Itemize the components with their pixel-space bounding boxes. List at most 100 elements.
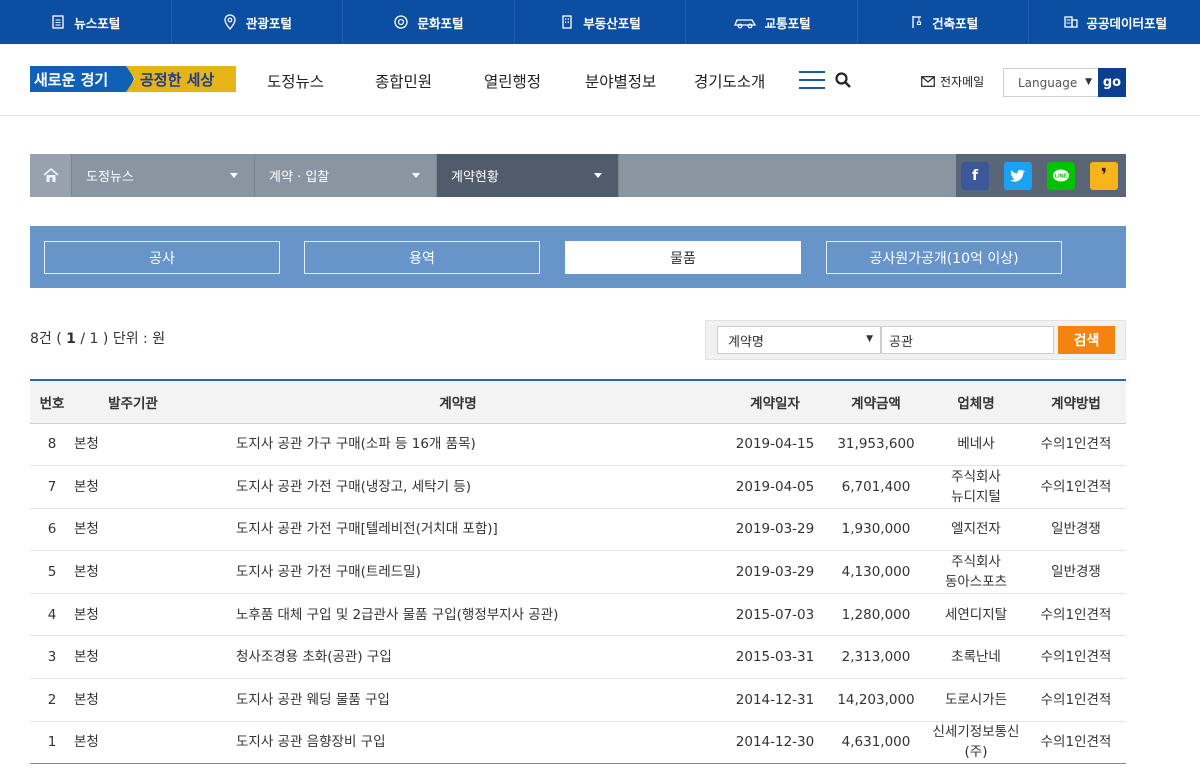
result-count: 8건 ( 1 / 1 ) 단위 : 원 — [30, 328, 165, 348]
twitter-icon[interactable] — [1004, 161, 1032, 190]
gnb-field-info[interactable]: 분야별정보 — [585, 70, 656, 92]
car-icon — [733, 19, 756, 29]
document-icon — [52, 15, 64, 29]
cell-amount: 6,701,400 — [826, 465, 926, 509]
portal-traffic[interactable]: 교통포털 — [686, 0, 858, 44]
cell-contract-name[interactable]: 도지사 공관 음향장비 구입 — [192, 721, 724, 765]
cell-vendor: 도로시가든 — [926, 678, 1026, 722]
portal-label: 교통포털 — [764, 15, 811, 31]
portal-realestate[interactable]: 부동산포털 — [515, 0, 687, 44]
count-prefix: 8건 ( — [30, 331, 67, 347]
logo-left-text: 새로운 경기 — [30, 66, 134, 92]
logo-right-text: 공정한 세상 — [126, 66, 236, 92]
cell-contract-date: 2019-03-29 — [724, 550, 826, 594]
col-amount: 계약금액 — [826, 380, 926, 424]
cell-contract-name[interactable]: 도지사 공관 웨딩 물품 구입 — [192, 678, 724, 722]
email-link[interactable]: 전자메일 — [921, 73, 984, 90]
mail-icon — [921, 76, 935, 87]
cell-contract-name[interactable]: 도지사 공관 가전 구매(트레드밀) — [192, 550, 724, 594]
caret-down-icon — [412, 173, 420, 178]
cell-contract-name[interactable]: 도지사 공관 가전 구매[텔레비전(거치대 포함)] — [192, 508, 724, 552]
language-select[interactable]: Language ▼ — [1003, 68, 1099, 97]
cell-amount: 4,631,000 — [826, 721, 926, 765]
cell-contract-name[interactable]: 청사조경용 초화(공관) 구입 — [192, 635, 724, 680]
tab-service[interactable]: 용역 — [304, 241, 540, 274]
table-row[interactable]: 2 본청 도지사 공관 웨딩 물품 구입 2014-12-31 14,203,000 도로… — [30, 678, 1126, 722]
home-button[interactable] — [30, 154, 72, 197]
cell-method: 수의1인견적 — [1026, 678, 1126, 722]
table-row[interactable]: 7 본청 도지사 공관 가전 구매(냉장고, 세탁기 등) 2019-04-05 6,7… — [30, 465, 1126, 509]
portal-label: 건축포털 — [932, 15, 979, 31]
search-icon[interactable] — [834, 71, 852, 89]
tab-construction[interactable]: 공사 — [44, 241, 280, 274]
cell-number: 7 — [30, 465, 74, 509]
cell-vendor: 주식회사 뉴디지털 — [926, 465, 1026, 509]
caret-down-icon — [230, 173, 238, 178]
site-logo[interactable]: 새로운 경기 공정한 세상 — [30, 66, 236, 92]
cell-amount: 14,203,000 — [826, 678, 926, 722]
breadcrumb-contract-bid[interactable]: 계약 · 입찰 — [255, 154, 437, 197]
cell-number: 2 — [30, 678, 74, 722]
search-field-select[interactable]: 계약명 ▼ — [717, 326, 881, 354]
cell-contract-date: 2014-12-30 — [724, 721, 826, 765]
cell-agency: 본청 — [74, 593, 192, 637]
breadcrumb: 도정뉴스 계약 · 입찰 계약현황 f LINE ❜ — [30, 154, 1126, 197]
cell-contract-date: 2014-12-31 — [724, 678, 826, 722]
portal-architecture[interactable]: 건축포털 — [858, 0, 1030, 44]
cell-number: 5 — [30, 550, 74, 594]
cell-contract-name[interactable]: 도지사 공관 가구 구매(소파 등 16개 품목) — [192, 423, 724, 467]
cell-vendor: 초록난네 — [926, 635, 1026, 680]
cell-agency: 본청 — [74, 721, 192, 765]
tab-goods[interactable]: 물품 — [565, 241, 801, 274]
table-row[interactable]: 3 본청 청사조경용 초화(공관) 구입 2015-03-31 2,313,000 초록난… — [30, 635, 1126, 680]
tab-construction-cost[interactable]: 공사원가공개(10억 이상) — [826, 241, 1062, 274]
cell-contract-date: 2015-03-31 — [724, 635, 826, 680]
culture-icon — [394, 15, 409, 29]
cell-amount: 31,953,600 — [826, 423, 926, 467]
search-input[interactable] — [881, 326, 1054, 354]
language-label: Language — [1018, 75, 1078, 90]
portal-tour[interactable]: 관광포털 — [172, 0, 344, 44]
table-row[interactable]: 4 본청 노후품 대체 구입 및 2급관사 물품 구입(행정부지사 공관) 2015-… — [30, 593, 1126, 637]
gnb-open-admin[interactable]: 열린행정 — [484, 70, 541, 92]
cell-agency: 본청 — [74, 508, 192, 552]
table-row[interactable]: 1 본청 도지사 공관 음향장비 구입 2014-12-30 4,631,000 신세기정… — [30, 721, 1126, 765]
portal-label: 뉴스포털 — [74, 15, 121, 31]
cell-number: 4 — [30, 593, 74, 637]
breadcrumb-label: 계약 · 입찰 — [269, 170, 330, 185]
facebook-icon[interactable]: f — [961, 161, 989, 190]
col-contract-date: 계약일자 — [724, 380, 826, 424]
col-vendor: 업체명 — [926, 380, 1026, 424]
cell-method: 수의1인견적 — [1026, 635, 1126, 680]
building-icon — [562, 15, 572, 29]
cell-contract-name[interactable]: 노후품 대체 구입 및 2급관사 물품 구입(행정부지사 공관) — [192, 593, 724, 637]
search-button[interactable]: 검색 — [1058, 326, 1115, 354]
cell-method: 수의1인견적 — [1026, 423, 1126, 467]
gnb-civil[interactable]: 종합민원 — [375, 70, 432, 92]
portal-news[interactable]: 뉴스포털 — [0, 0, 172, 44]
cell-amount: 4,130,000 — [826, 550, 926, 594]
cell-method: 일반경쟁 — [1026, 550, 1126, 594]
breadcrumb-news[interactable]: 도정뉴스 — [72, 154, 255, 197]
breadcrumb-contract-status[interactable]: 계약현황 — [437, 154, 619, 197]
language-go-button[interactable]: go — [1098, 68, 1126, 97]
col-contract-name: 계약명 — [192, 380, 724, 424]
portal-label: 문화포털 — [417, 15, 464, 31]
portal-culture[interactable]: 문화포털 — [343, 0, 515, 44]
gnb-news[interactable]: 도정뉴스 — [267, 70, 324, 92]
table-row[interactable]: 8 본청 도지사 공관 가구 구매(소파 등 16개 품목) 2019-04-15 31… — [30, 423, 1126, 467]
kakao-story-icon[interactable]: ❜ — [1090, 161, 1118, 190]
table-row[interactable]: 5 본청 도지사 공관 가전 구매(트레드밀) 2019-03-29 4,130,000… — [30, 550, 1126, 594]
line-icon[interactable]: LINE — [1047, 161, 1075, 190]
crane-icon — [912, 16, 922, 28]
cell-method: 수의1인견적 — [1026, 721, 1126, 765]
cell-contract-name[interactable]: 도지사 공관 가전 구매(냉장고, 세탁기 등) — [192, 465, 724, 509]
table-row[interactable]: 6 본청 도지사 공관 가전 구매[텔레비전(거치대 포함)] 2019-03-29 1… — [30, 508, 1126, 552]
menu-icon[interactable] — [799, 71, 825, 89]
cell-contract-date: 2019-04-15 — [724, 423, 826, 467]
cell-number: 3 — [30, 635, 74, 680]
gnb-intro[interactable]: 경기도소개 — [694, 70, 765, 92]
portal-opendata[interactable]: 공공데이터포털 — [1029, 0, 1200, 44]
category-tabs: 공사 용역 물품 공사원가공개(10억 이상) — [30, 226, 1126, 288]
cell-agency: 본청 — [74, 678, 192, 722]
